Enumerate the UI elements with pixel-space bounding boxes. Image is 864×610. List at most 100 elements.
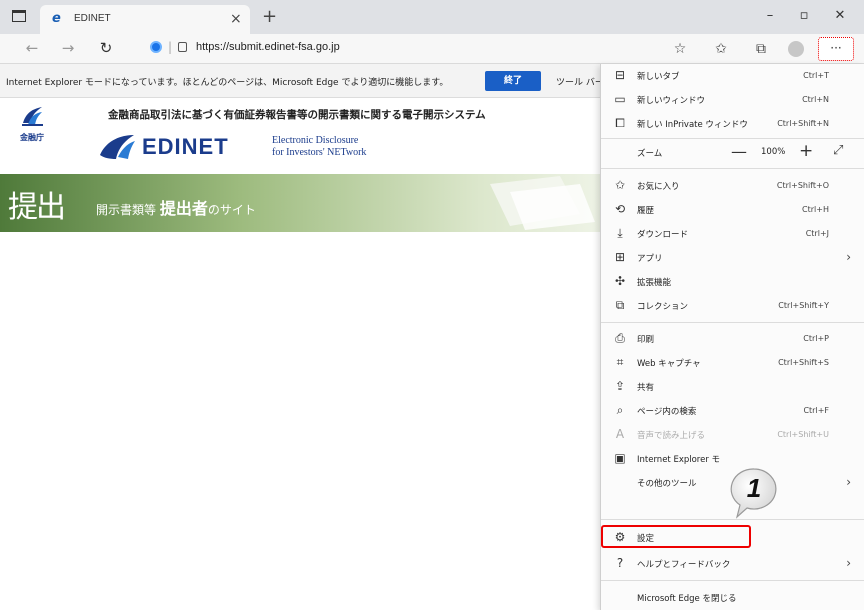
zoom-in-button[interactable]: + (799, 141, 813, 161)
print-icon: ⎙ (615, 331, 625, 345)
menu-item-share[interactable]: ⇪ 共有 (601, 375, 864, 399)
menu-item-find[interactable]: ⌕ ページ内の検索 Ctrl+F (601, 399, 864, 423)
fsa-logo-icon (22, 107, 43, 126)
menu-label: アプリ (637, 254, 663, 264)
system-title: 金融商品取引法に基づく有価証券報告書等の開示書類に関する電子開示システム (108, 109, 486, 121)
end-ie-mode-button[interactable]: 終了 (485, 71, 541, 91)
collections-icon: ⧉ (615, 298, 625, 312)
edinet-wordmark: EDINET (142, 134, 229, 159)
ie-mode-infobar: Internet Explorer モードになっています。ほとんどのページは、M… (0, 64, 604, 98)
ie-mode-icon[interactable] (150, 41, 162, 53)
add-favorite-icon[interactable]: ☆ (671, 41, 689, 57)
banner-subtitle-bold: 提出者 (159, 199, 208, 218)
tab-actions-icon[interactable] (12, 10, 26, 22)
history-icon: ⟲ (614, 202, 626, 216)
menu-shortcut: Ctrl+Shift+U (777, 430, 829, 439)
menu-item-apps[interactable]: ⊞ アプリ › (601, 246, 864, 270)
ie-icon: e (52, 11, 61, 26)
settings-and-more-button[interactable]: ··· (818, 37, 854, 61)
download-icon: ⤓ (617, 226, 623, 240)
extensions-icon: ✣ (614, 274, 626, 288)
menu-item-print[interactable]: ⎙ 印刷 Ctrl+P (601, 327, 864, 351)
menu-label: 拡張機能 (637, 278, 672, 288)
banner-subtitle-prefix: 開示書類等 (96, 203, 157, 217)
menu-label: ズーム (637, 149, 663, 159)
inprivate-icon: ⧠ (615, 116, 625, 130)
favorites-icon: ✩ (614, 178, 626, 192)
zoom-level: 100% (761, 147, 786, 157)
menu-item-new-window[interactable]: ▭ 新しいウィンドウ Ctrl+N (601, 88, 864, 112)
infobar-message: Internet Explorer モードになっています。ほとんどのページは、M… (6, 78, 449, 88)
page-header: 金融庁 金融商品取引法に基づく有価証券報告書等の開示書類に関する電子開示システム… (0, 98, 600, 174)
browser-tab[interactable]: e EDINET × (40, 5, 250, 34)
new-tab-button[interactable]: + (262, 6, 277, 27)
menu-item-close-edge[interactable]: Microsoft Edge を閉じる (601, 586, 864, 610)
menu-item-new-tab[interactable]: ⊟ 新しいタブ Ctrl+T (601, 64, 864, 88)
ie-mode-icon: ▣ (614, 451, 626, 465)
edinet-subtitle-line2: for Investors' NETwork (272, 147, 367, 158)
menu-item-read-aloud[interactable]: A 音声で読み上げる Ctrl+Shift+U (601, 423, 864, 447)
menu-label: お気に入り (637, 182, 680, 192)
profile-avatar[interactable] (788, 41, 804, 57)
menu-label: 印刷 (637, 335, 655, 345)
menu-item-favorites[interactable]: ✩ お気に入り Ctrl+Shift+O (601, 174, 864, 198)
menu-label: 新しいタブ (637, 72, 680, 82)
menu-item-history[interactable]: ⟲ 履歴 Ctrl+H (601, 198, 864, 222)
submitter-site-banner: 提出 開示書類等 提出者のサイト (0, 174, 600, 232)
chevron-right-icon: › (846, 475, 851, 489)
menu-label: Microsoft Edge を閉じる (637, 594, 737, 604)
menu-item-downloads[interactable]: ⤓ ダウンロード Ctrl+J (601, 222, 864, 246)
refresh-button[interactable]: ↻ (96, 39, 116, 57)
fullscreen-icon[interactable]: ⤢ (833, 143, 843, 158)
tab-close-icon[interactable]: × (230, 11, 242, 27)
collections-icon[interactable]: ⧉ (752, 41, 770, 57)
menu-item-inprivate[interactable]: ⧠ 新しい InPrivate ウィンドウ Ctrl+Shift+N (601, 112, 864, 136)
edinet-logo-icon (100, 135, 135, 159)
menu-divider (601, 519, 864, 520)
menu-shortcut: Ctrl+P (803, 334, 829, 343)
menu-item-zoom: ズーム — 100% + ⤢ (601, 141, 864, 165)
share-icon: ⇪ (614, 379, 626, 393)
menu-shortcut: Ctrl+Shift+O (776, 181, 829, 190)
banner-paper-image (490, 176, 595, 230)
menu-label: ページ内の検索 (637, 407, 697, 417)
forward-button[interactable]: → (58, 39, 78, 57)
fsa-label: 金融庁 (20, 133, 44, 142)
toolbar-link[interactable]: ツール バー (556, 75, 604, 88)
tab-title: EDINET (74, 13, 111, 24)
settings-highlight (601, 525, 751, 548)
menu-label: Internet Explorer モ (637, 455, 721, 465)
menu-label: 音声で読み上げる (637, 431, 706, 441)
menu-divider (601, 580, 864, 581)
chevron-right-icon: › (846, 556, 851, 570)
menu-item-extensions[interactable]: ✣ 拡張機能 (601, 270, 864, 294)
menu-shortcut: Ctrl+N (802, 95, 829, 104)
menu-item-help[interactable]: ? ヘルプとフィードバック › (601, 552, 864, 576)
menu-label: Web キャプチャ (637, 359, 701, 369)
minimize-button[interactable]: – (760, 8, 780, 23)
zoom-out-button[interactable]: — (731, 142, 747, 161)
menu-label: 新しい InPrivate ウィンドウ (637, 120, 748, 130)
fsa-logo: 金融庁 (18, 105, 46, 151)
menu-shortcut: Ctrl+F (803, 406, 829, 415)
menu-item-web-capture[interactable]: ⌗ Web キャプチャ Ctrl+Shift+S (601, 351, 864, 375)
menu-shortcut: Ctrl+Shift+S (778, 358, 829, 367)
menu-label: コレクション (637, 302, 689, 312)
url-text[interactable]: https://submit.edinet-fsa.go.jp (196, 41, 340, 53)
close-window-button[interactable]: ✕ (830, 8, 850, 23)
menu-shortcut: Ctrl+H (802, 205, 829, 214)
maximize-button[interactable]: ▫ (794, 8, 814, 23)
step-number: 1 (746, 473, 762, 503)
url-field[interactable]: | https://submit.edinet-fsa.go.jp (150, 40, 450, 58)
menu-divider (601, 322, 864, 323)
web-capture-icon: ⌗ (616, 355, 624, 369)
lock-icon[interactable] (178, 42, 187, 52)
help-icon: ? (616, 556, 624, 570)
back-button[interactable]: ← (22, 39, 42, 57)
url-separator: | (168, 40, 173, 54)
favorites-icon[interactable]: ✩ (712, 41, 730, 57)
menu-shortcut: Ctrl+Shift+N (777, 119, 829, 128)
menu-item-collections[interactable]: ⧉ コレクション Ctrl+Shift+Y (601, 294, 864, 318)
menu-shortcut: Ctrl+Shift+Y (778, 301, 829, 310)
new-tab-icon: ⊟ (614, 68, 626, 82)
